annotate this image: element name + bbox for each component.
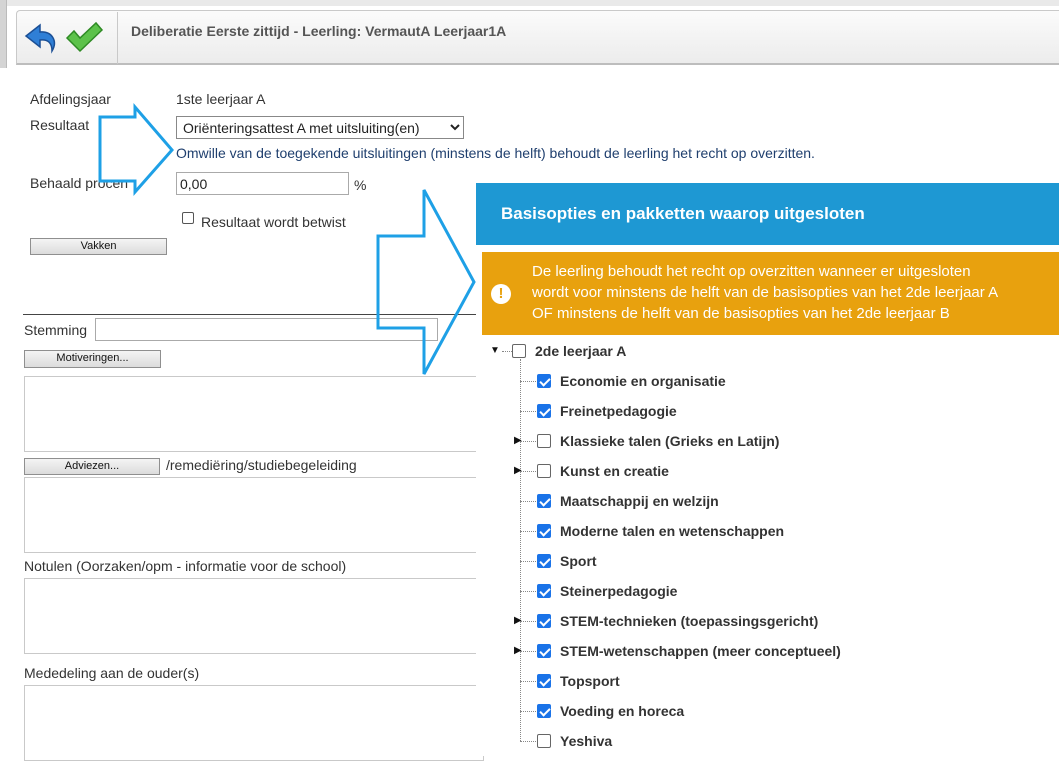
popup-title: Basisopties en pakketten waarop uitgeslo…	[476, 183, 1059, 245]
tree-connector	[520, 591, 536, 592]
tree-item-label: Klassieke talen (Grieks en Latijn)	[560, 433, 780, 449]
tree-item-label: STEM-wetenschappen (meer conceptueel)	[560, 643, 841, 659]
betwist-label: Resultaat wordt betwist	[201, 214, 346, 230]
percent-sign: %	[354, 177, 367, 193]
resultaat-label: Resultaat	[30, 117, 90, 133]
toolbar-separator	[117, 12, 118, 64]
tree-item-checkbox[interactable]	[537, 464, 551, 478]
tree-connector	[520, 471, 536, 472]
adviezen-label: /remediëring/studiebegeleiding	[166, 457, 357, 473]
tree-connector	[520, 681, 536, 682]
afdelingsjaar-label: Afdelingsjaar	[30, 91, 111, 107]
tree-connector	[520, 359, 521, 741]
tree-item-label: Kunst en creatie	[560, 463, 669, 479]
tree-root-label: 2de leerjaar A	[535, 343, 627, 359]
tree-item-checkbox[interactable]	[537, 644, 551, 658]
resultaat-select[interactable]: Oriënteringsattest A met uitsluiting(en)	[176, 116, 464, 139]
tree-item-checkbox[interactable]	[537, 404, 551, 418]
divider	[23, 314, 483, 315]
tree-item-label: Voeding en horeca	[560, 703, 685, 719]
afdelingsjaar-value: 1ste leerjaar A	[176, 91, 266, 107]
tree-item-checkbox[interactable]	[537, 584, 551, 598]
tree-connector	[520, 651, 536, 652]
mededeling-label: Mededeling aan de ouder(s)	[24, 665, 200, 681]
stemming-label: Stemming	[24, 322, 88, 338]
tree-root-checkbox[interactable]	[512, 344, 526, 358]
expand-toggle-icon[interactable]: ▶	[514, 435, 522, 446]
warning-line: wordt voor minstens de helft van de basi…	[532, 284, 999, 301]
tree-item-label: Economie en organisatie	[560, 373, 726, 389]
expand-toggle-icon[interactable]: ▼	[490, 345, 500, 356]
tree-connector	[520, 561, 536, 562]
tree-connector	[502, 351, 512, 352]
undo-icon[interactable]	[22, 21, 62, 57]
tree-item-label: Freinetpedagogie	[560, 403, 677, 419]
warning-icon: !	[491, 284, 511, 304]
tree-item-label: Yeshiva	[560, 733, 613, 749]
tree-item-label: STEM-technieken (toepassingsgericht)	[560, 613, 819, 629]
behaald-percentage-input[interactable]	[176, 172, 349, 195]
tree-item-label: Maatschappij en welzijn	[560, 493, 719, 509]
tree-connector	[520, 711, 536, 712]
adviezen-button[interactable]: Adviezen...	[24, 458, 160, 475]
tree-item-checkbox[interactable]	[537, 554, 551, 568]
tree-item-label: Topsport	[560, 673, 620, 689]
tree-connector	[520, 381, 536, 382]
tree-connector	[520, 621, 536, 622]
checkmark-icon[interactable]	[64, 20, 104, 56]
warning-banner: De leerling behoudt het recht op overzit…	[482, 252, 1059, 335]
adviezen-textarea[interactable]	[24, 477, 484, 553]
resultaat-note: Omwille van de toegekende uitsluitingen …	[176, 145, 815, 161]
options-tree: ▼ 2de leerjaar A Economie en organisatie Fr…	[476, 338, 1059, 756]
expand-toggle-icon[interactable]: ▶	[514, 465, 522, 476]
betwist-checkbox[interactable]	[182, 212, 194, 224]
tree-item-checkbox[interactable]	[537, 374, 551, 388]
warning-line: De leerling behoudt het recht op overzit…	[532, 263, 971, 280]
mededeling-textarea[interactable]	[24, 685, 484, 761]
tree-item-checkbox[interactable]	[537, 494, 551, 508]
window-top-strip	[0, 0, 1059, 6]
notulen-textarea[interactable]	[24, 578, 484, 654]
left-panel-edge	[0, 0, 7, 68]
warning-line: OF minstens de helft van de basisopties …	[532, 305, 950, 322]
tree-item-checkbox[interactable]	[537, 734, 551, 748]
tree-connector	[520, 441, 536, 442]
expand-toggle-icon[interactable]: ▶	[514, 615, 522, 626]
tree-item-label: Steinerpedagogie	[560, 583, 678, 599]
notulen-label: Notulen (Oorzaken/opm - informatie voor …	[24, 558, 347, 574]
tree-item-checkbox[interactable]	[537, 674, 551, 688]
behaald-percentage-label: Behaald procen	[30, 175, 129, 191]
tree-connector	[520, 741, 536, 742]
tree-connector	[520, 411, 536, 412]
window-title: Deliberatie Eerste zittijd - Leerling: V…	[131, 23, 507, 39]
tree-item-checkbox[interactable]	[537, 434, 551, 448]
tree-connector	[520, 531, 536, 532]
tree-item-label: Moderne talen en wetenschappen	[560, 523, 785, 539]
expand-toggle-icon[interactable]: ▶	[514, 645, 522, 656]
annotation-arrow-icon	[376, 189, 476, 375]
motiveringen-button[interactable]: Motiveringen...	[24, 350, 161, 368]
motiveringen-textarea[interactable]	[24, 376, 484, 452]
tree-connector	[520, 501, 536, 502]
tree-item-checkbox[interactable]	[537, 704, 551, 718]
vakken-button[interactable]: Vakken	[30, 238, 167, 255]
stemming-input[interactable]	[95, 318, 438, 341]
tree-item-checkbox[interactable]	[537, 524, 551, 538]
tree-item-checkbox[interactable]	[537, 614, 551, 628]
tree-item-label: Sport	[560, 553, 597, 569]
